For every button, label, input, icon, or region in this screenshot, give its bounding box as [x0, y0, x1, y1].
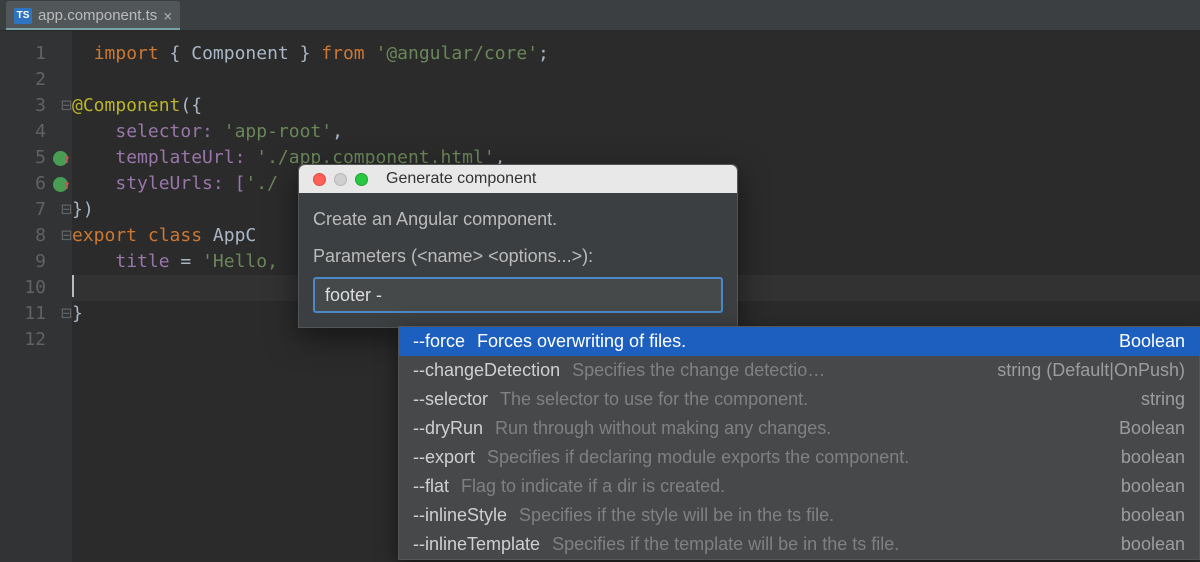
caret	[72, 275, 74, 297]
line-number: 12	[0, 327, 72, 353]
completion-item[interactable]: --selector The selector to use for the co…	[399, 385, 1199, 414]
code-line: import { Component } from '@angular/core…	[72, 41, 1200, 67]
option-flag: --force	[413, 331, 465, 352]
line-number: 5	[0, 145, 72, 171]
option-type: boolean	[1121, 447, 1185, 468]
line-number: 4	[0, 119, 72, 145]
completion-item[interactable]: --inlineStyle Specifies if the style will…	[399, 501, 1199, 530]
dialog-titlebar[interactable]: Generate component	[299, 165, 737, 193]
option-type: string (Default|OnPush)	[997, 360, 1185, 381]
parameters-input[interactable]: footer -	[313, 277, 723, 313]
option-flag: --inlineTemplate	[413, 534, 540, 555]
option-description: Specifies if the style will be in the ts…	[519, 505, 1121, 526]
traffic-lights	[313, 173, 368, 186]
option-description: Specifies if declaring module exports th…	[487, 447, 1121, 468]
tab-filename: app.component.ts	[38, 7, 157, 24]
option-type: boolean	[1121, 534, 1185, 555]
code-line	[72, 67, 1200, 93]
option-description: Forces overwriting of files.	[477, 331, 1119, 352]
completion-item[interactable]: --export Specifies if declaring module ex…	[399, 443, 1199, 472]
option-type: Boolean	[1119, 418, 1185, 439]
option-type: boolean	[1121, 476, 1185, 497]
completion-item[interactable]: --changeDetection Specifies the change de…	[399, 356, 1199, 385]
line-number: 10	[0, 275, 72, 301]
option-description: Flag to indicate if a dir is created.	[461, 476, 1121, 497]
tab-bar: TS app.component.ts ×	[0, 0, 1200, 30]
completion-item[interactable]: --flat Flag to indicate if a dir is creat…	[399, 472, 1199, 501]
completion-item[interactable]: --dryRun Run through without making any c…	[399, 414, 1199, 443]
option-type: Boolean	[1119, 331, 1185, 352]
option-flag: --selector	[413, 389, 488, 410]
line-number: 1	[0, 41, 72, 67]
generate-component-dialog: Generate component Create an Angular com…	[298, 164, 738, 328]
option-type: string	[1141, 389, 1185, 410]
code-line: ⊟@Component({	[72, 93, 1200, 119]
parameters-label: Parameters (<name> <options...>):	[313, 246, 723, 267]
line-number: 6	[0, 171, 72, 197]
option-flag: --flat	[413, 476, 449, 497]
option-flag: --inlineStyle	[413, 505, 507, 526]
vcs-marker-icon[interactable]	[53, 177, 68, 192]
option-flag: --export	[413, 447, 475, 468]
close-window-icon[interactable]	[313, 173, 326, 186]
minimize-window-icon	[334, 173, 347, 186]
option-description: Specifies if the template will be in the…	[552, 534, 1121, 555]
option-description: The selector to use for the component.	[500, 389, 1141, 410]
close-icon[interactable]: ×	[163, 7, 172, 25]
vcs-marker-icon[interactable]	[53, 151, 68, 166]
file-tab[interactable]: TS app.component.ts ×	[6, 1, 180, 30]
zoom-window-icon[interactable]	[355, 173, 368, 186]
dialog-title: Generate component	[386, 170, 737, 188]
option-flag: --changeDetection	[413, 360, 560, 381]
completion-popup: --forceForces overwriting of files.Boole…	[398, 326, 1200, 560]
dialog-body: Create an Angular component. Parameters …	[299, 193, 737, 327]
line-number: 2	[0, 67, 72, 93]
code-line: selector: 'app-root',	[72, 119, 1200, 145]
line-number: 9	[0, 249, 72, 275]
option-type: boolean	[1121, 505, 1185, 526]
option-description: Run through without making any changes.	[495, 418, 1119, 439]
completion-item[interactable]: --inlineTemplate Specifies if the templat…	[399, 530, 1199, 559]
ts-file-icon: TS	[14, 8, 32, 24]
option-description: Specifies the change detectio…	[572, 360, 997, 381]
completion-item[interactable]: --force Forces overwriting of files.Boole…	[399, 327, 1199, 356]
dialog-description: Create an Angular component.	[313, 209, 723, 230]
option-flag: --dryRun	[413, 418, 483, 439]
